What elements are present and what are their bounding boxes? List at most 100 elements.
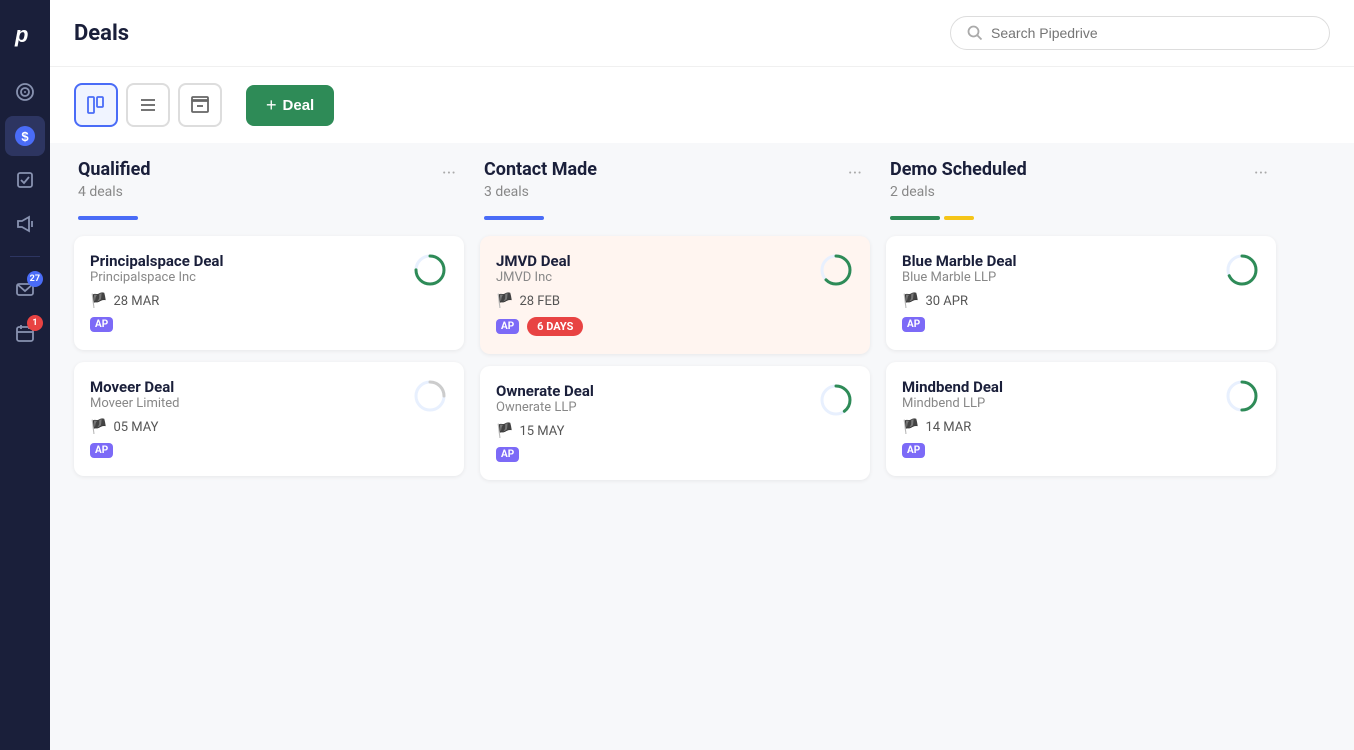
sidebar-divider — [10, 256, 40, 257]
column-count-contact-made: 3 deals — [484, 184, 597, 200]
progress-ring-qualified-1 — [412, 378, 448, 418]
progress-ring-qualified-0 — [412, 252, 448, 292]
flag-icon: 🏴 — [90, 293, 107, 309]
avatar-badge: AP — [902, 443, 925, 458]
archive-view-button[interactable] — [178, 83, 222, 127]
bar-segment — [484, 216, 544, 220]
avatar-badge: AP — [496, 319, 519, 334]
deal-date: 28 MAR — [113, 294, 159, 309]
column-menu-demo-scheduled[interactable]: ··· — [1250, 159, 1272, 188]
bar-segment — [78, 216, 138, 220]
header: Deals — [50, 0, 1354, 67]
avatar-badge: AP — [90, 317, 113, 332]
deal-name: Principalspace Deal — [90, 252, 223, 270]
deal-date-row: 🏴 28 FEB — [496, 293, 583, 309]
sidebar-item-deals[interactable]: $ — [5, 116, 45, 156]
deal-date-row: 🏴 30 APR — [902, 293, 1017, 309]
deal-date: 05 MAY — [113, 420, 158, 435]
color-bar-demo-scheduled — [886, 216, 1276, 220]
column-title-qualified: Qualified — [78, 159, 150, 180]
deal-name: JMVD Deal — [496, 252, 583, 270]
progress-ring-contact-0 — [818, 252, 854, 292]
list-view-button[interactable] — [126, 83, 170, 127]
column-header-qualified: Qualified 4 deals ··· — [74, 143, 464, 204]
deal-company: Mindbend LLP — [902, 396, 1003, 411]
sidebar-item-calendar[interactable]: 1 — [5, 313, 45, 353]
column-menu-qualified[interactable]: ··· — [438, 159, 460, 188]
deal-company: Ownerate LLP — [496, 400, 594, 415]
deal-company: Blue Marble LLP — [902, 270, 1017, 285]
deal-name: Ownerate Deal — [496, 382, 594, 400]
flag-icon: 🏴 — [90, 419, 107, 435]
page-title: Deals — [74, 21, 950, 46]
svg-text:$: $ — [21, 129, 29, 144]
sidebar-item-target[interactable] — [5, 72, 45, 112]
deal-card-blue-marble[interactable]: Blue Marble Deal Blue Marble LLP 🏴 30 AP… — [886, 236, 1276, 350]
column-menu-contact-made[interactable]: ··· — [844, 159, 866, 188]
deal-card-moveer[interactable]: Moveer Deal Moveer Limited 🏴 05 MAY AP — [74, 362, 464, 476]
svg-text:p: p — [14, 22, 28, 47]
board: Qualified 4 deals ··· Principalspace Dea… — [50, 143, 1354, 750]
flag-icon: 🏴 — [496, 293, 513, 309]
deal-card-jmvd[interactable]: JMVD Deal JMVD Inc 🏴 28 FEB AP 6 DAYS — [480, 236, 870, 354]
main-content: Deals — [50, 0, 1354, 750]
avatar-badge: AP — [90, 443, 113, 458]
deal-date-row: 🏴 14 MAR — [902, 419, 1003, 435]
toolbar: + Deal — [50, 67, 1354, 143]
column-contact-made: Contact Made 3 deals ··· JMVD Deal JMVD … — [480, 143, 870, 734]
color-bar-contact-made — [480, 216, 870, 220]
overdue-badge: 6 DAYS — [527, 317, 583, 336]
sidebar-item-mail[interactable]: 27 — [5, 269, 45, 309]
column-count-demo-scheduled: 2 deals — [890, 184, 1027, 200]
progress-ring-demo-1 — [1224, 378, 1260, 418]
deal-date: 28 FEB — [519, 294, 560, 309]
avatar-badge: AP — [496, 447, 519, 462]
deal-date: 14 MAR — [925, 420, 971, 435]
flag-icon: 🏴 — [902, 419, 919, 435]
sidebar: p $ 27 — [0, 0, 50, 750]
progress-ring-demo-0 — [1224, 252, 1260, 292]
kanban-view-button[interactable] — [74, 83, 118, 127]
search-input[interactable] — [991, 25, 1313, 41]
column-title-demo-scheduled: Demo Scheduled — [890, 159, 1027, 180]
add-deal-icon: + — [266, 95, 277, 116]
deal-footer: AP — [496, 447, 594, 462]
column-count-qualified: 4 deals — [78, 184, 150, 200]
deal-name: Moveer Deal — [90, 378, 180, 396]
calendar-badge: 1 — [27, 315, 43, 331]
deal-footer: AP — [902, 443, 1003, 458]
deal-name: Blue Marble Deal — [902, 252, 1017, 270]
deal-date-row: 🏴 15 MAY — [496, 423, 594, 439]
deal-footer: AP — [90, 317, 223, 332]
progress-ring-contact-1 — [818, 382, 854, 422]
column-title-contact-made: Contact Made — [484, 159, 597, 180]
bar-segment-yellow — [944, 216, 974, 220]
deal-card-mindbend[interactable]: Mindbend Deal Mindbend LLP 🏴 14 MAR AP — [886, 362, 1276, 476]
deal-card-ownerate[interactable]: Ownerate Deal Ownerate LLP 🏴 15 MAY AP — [480, 366, 870, 480]
bar-segment-green — [890, 216, 940, 220]
color-bar-qualified — [74, 216, 464, 220]
deal-company: Moveer Limited — [90, 396, 180, 411]
deal-card-principalspace[interactable]: Principalspace Deal Principalspace Inc 🏴… — [74, 236, 464, 350]
deal-name: Mindbend Deal — [902, 378, 1003, 396]
flag-icon: 🏴 — [902, 293, 919, 309]
add-deal-button[interactable]: + Deal — [246, 85, 334, 126]
column-qualified: Qualified 4 deals ··· Principalspace Dea… — [74, 143, 464, 734]
column-header-contact-made: Contact Made 3 deals ··· — [480, 143, 870, 204]
deal-date-row: 🏴 28 MAR — [90, 293, 223, 309]
search-icon — [967, 25, 983, 41]
deal-company: Principalspace Inc — [90, 270, 223, 285]
sidebar-item-tasks[interactable] — [5, 160, 45, 200]
avatar-badge: AP — [902, 317, 925, 332]
deal-footer: AP — [90, 443, 180, 458]
search-bar[interactable] — [950, 16, 1330, 50]
sidebar-item-megaphone[interactable] — [5, 204, 45, 244]
flag-icon: 🏴 — [496, 423, 513, 439]
deal-company: JMVD Inc — [496, 270, 583, 285]
column-header-demo-scheduled: Demo Scheduled 2 deals ··· — [886, 143, 1276, 204]
deal-footer: AP — [902, 317, 1017, 332]
column-demo-scheduled: Demo Scheduled 2 deals ··· Blue Marble D… — [886, 143, 1276, 734]
deal-date: 15 MAY — [519, 424, 564, 439]
deal-footer: AP 6 DAYS — [496, 317, 583, 336]
deal-date: 30 APR — [925, 294, 968, 309]
